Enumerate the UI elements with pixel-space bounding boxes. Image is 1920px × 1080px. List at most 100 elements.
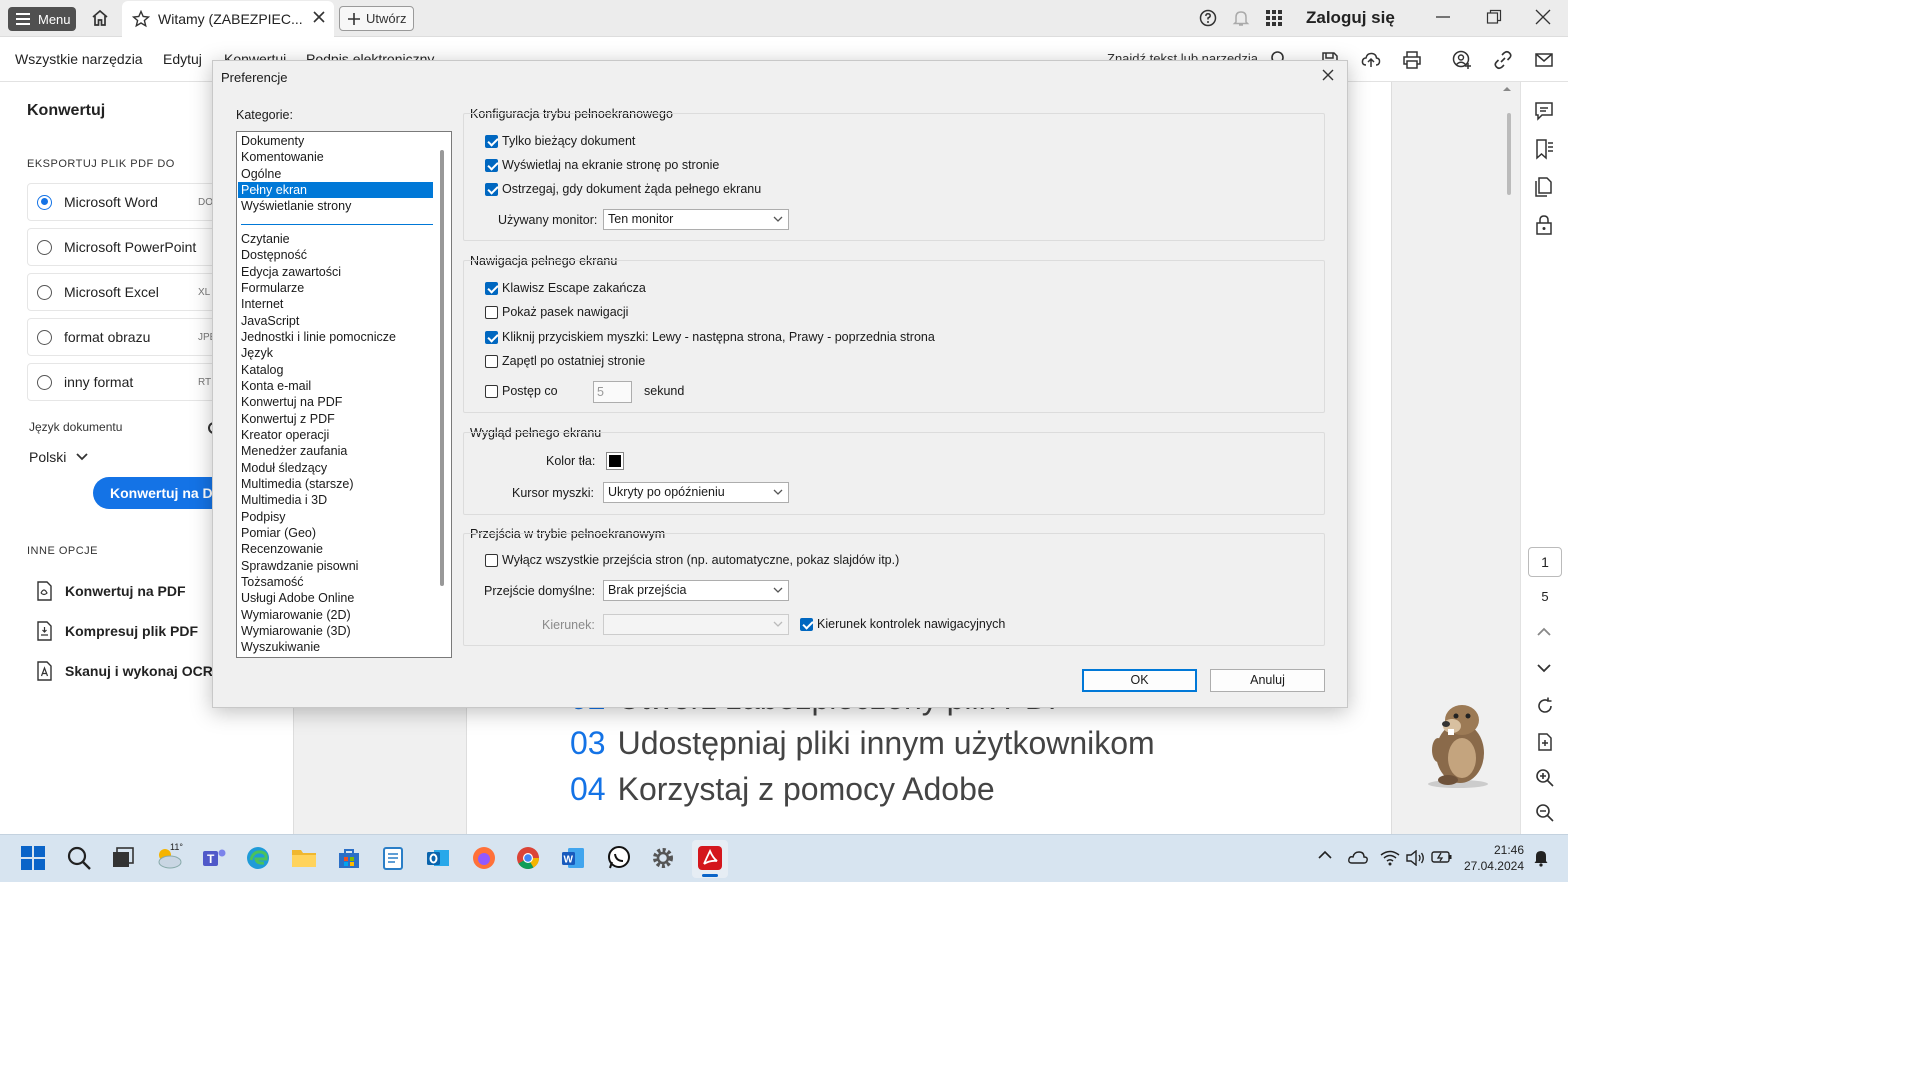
checkbox-checked-icon[interactable] bbox=[485, 330, 498, 344]
pages-icon[interactable] bbox=[1533, 176, 1555, 198]
page-number-input[interactable]: 1 bbox=[1528, 547, 1562, 577]
checkbox-icon[interactable] bbox=[485, 354, 498, 368]
category-item[interactable]: Konwertuj z PDF bbox=[238, 411, 433, 427]
file-explorer-icon[interactable] bbox=[290, 845, 318, 871]
checkbox-checked-icon[interactable] bbox=[485, 281, 498, 295]
format-option-excel[interactable]: Microsoft Excel XL bbox=[27, 273, 227, 311]
alert-fullscreen-checkbox[interactable]: Ostrzegaj, gdy dokument żąda pełnego ekr… bbox=[485, 182, 761, 196]
category-item[interactable]: Konwertuj na PDF bbox=[238, 394, 433, 410]
ignore-transitions-checkbox[interactable]: Wyłącz wszystkie przejścia stron (np. au… bbox=[485, 553, 899, 567]
comment-icon[interactable] bbox=[1533, 100, 1555, 122]
categories-scrollbar[interactable] bbox=[440, 150, 444, 586]
create-button[interactable]: Utwórz bbox=[339, 6, 414, 31]
checkbox-icon[interactable] bbox=[485, 305, 498, 319]
restore-icon[interactable] bbox=[1486, 9, 1502, 25]
rotate-icon[interactable] bbox=[1535, 696, 1555, 716]
upload-cloud-icon[interactable] bbox=[1361, 50, 1381, 70]
category-item[interactable]: Multimedia (starsze) bbox=[238, 476, 433, 492]
minimize-icon[interactable] bbox=[1435, 9, 1451, 25]
close-tab-icon[interactable] bbox=[312, 10, 326, 24]
bg-color-swatch[interactable] bbox=[606, 452, 624, 470]
category-item-selected[interactable]: Pełny ekran bbox=[238, 182, 433, 198]
checkbox-checked-icon[interactable] bbox=[485, 134, 498, 148]
monitor-select[interactable]: Ten monitor bbox=[603, 209, 789, 230]
option-convert-to-pdf[interactable]: Konwertuj na PDF bbox=[35, 581, 186, 601]
radio-icon[interactable] bbox=[37, 329, 52, 345]
bookmark-icon[interactable] bbox=[1533, 138, 1555, 160]
language-dropdown[interactable]: Polski bbox=[29, 449, 88, 465]
category-item[interactable]: Internet bbox=[238, 296, 433, 312]
onedrive-cloud-icon[interactable] bbox=[1348, 850, 1368, 864]
radio-icon[interactable] bbox=[37, 374, 52, 390]
task-view-icon[interactable] bbox=[110, 845, 136, 871]
tab-edit[interactable]: Edytuj bbox=[163, 51, 202, 67]
checkbox-icon[interactable] bbox=[485, 553, 498, 567]
loop-checkbox[interactable]: Zapętl po ostatniej stronie bbox=[485, 354, 645, 368]
default-transition-select[interactable]: Brak przejścia bbox=[603, 580, 789, 601]
single-page-checkbox[interactable]: Wyświetlaj na ekranie stronę po stronie bbox=[485, 158, 719, 172]
zoom-in-icon[interactable] bbox=[1535, 768, 1555, 788]
notification-bell-icon[interactable] bbox=[1533, 849, 1549, 867]
windows-start-icon[interactable] bbox=[20, 845, 46, 871]
lock-icon[interactable] bbox=[1533, 214, 1555, 236]
category-item[interactable]: Recenzowanie bbox=[238, 541, 433, 557]
cancel-button[interactable]: Anuluj bbox=[1210, 669, 1325, 692]
settings-gear-icon[interactable] bbox=[650, 845, 676, 871]
wifi-icon[interactable] bbox=[1380, 850, 1400, 866]
advance-checkbox[interactable]: Postęp co bbox=[485, 384, 558, 398]
category-item[interactable]: Edycja zawartości bbox=[238, 264, 433, 280]
vertical-scrollbar[interactable] bbox=[1507, 113, 1511, 195]
page-fit-icon[interactable] bbox=[1535, 732, 1555, 752]
ok-button[interactable]: OK bbox=[1082, 669, 1197, 692]
link-icon[interactable] bbox=[1493, 50, 1513, 70]
volume-icon[interactable] bbox=[1405, 850, 1425, 866]
category-item[interactable]: Usługi Adobe Online bbox=[238, 590, 433, 606]
tab-all-tools[interactable]: Wszystkie narzędzia bbox=[15, 51, 143, 67]
checkbox-checked-icon[interactable] bbox=[485, 182, 498, 196]
category-item[interactable]: Język bbox=[238, 345, 433, 361]
category-item[interactable]: Kreator operacji bbox=[238, 427, 433, 443]
whatsapp-icon[interactable] bbox=[606, 845, 632, 871]
checkbox-icon[interactable] bbox=[485, 384, 498, 398]
acrobat-taskbar-button[interactable] bbox=[692, 840, 728, 878]
category-item[interactable]: Wyszukiwanie bbox=[238, 639, 433, 655]
zoom-out-icon[interactable] bbox=[1535, 803, 1555, 823]
chrome-icon[interactable] bbox=[515, 845, 541, 871]
close-window-icon[interactable] bbox=[1535, 9, 1551, 25]
category-item[interactable]: Ogólne bbox=[238, 166, 433, 182]
notepad-icon[interactable] bbox=[381, 845, 405, 871]
bell-icon[interactable] bbox=[1232, 9, 1250, 27]
category-item[interactable]: Dokumenty bbox=[238, 133, 433, 149]
outlook-icon[interactable] bbox=[425, 845, 451, 871]
category-item[interactable]: Tożsamość bbox=[238, 574, 433, 590]
category-item[interactable]: Multimedia i 3D bbox=[238, 492, 433, 508]
scroll-up-icon[interactable] bbox=[1502, 86, 1512, 92]
category-item[interactable]: JavaScript bbox=[238, 313, 433, 329]
option-scan-ocr[interactable]: Skanuj i wykonaj OCR bbox=[35, 661, 213, 681]
teams-icon[interactable]: T bbox=[201, 845, 227, 871]
show-nav-bar-checkbox[interactable]: Pokaż pasek nawigacji bbox=[485, 305, 628, 319]
format-option-image[interactable]: format obrazu JPE bbox=[27, 318, 227, 356]
format-option-word[interactable]: Microsoft Word DO bbox=[27, 183, 227, 221]
category-item[interactable]: Menedżer zaufania bbox=[238, 443, 433, 459]
star-icon[interactable] bbox=[132, 10, 150, 28]
category-item[interactable]: Podpisy bbox=[238, 509, 433, 525]
store-icon[interactable] bbox=[336, 845, 362, 871]
battery-icon[interactable] bbox=[1431, 850, 1453, 864]
category-item[interactable]: Dostępność bbox=[238, 247, 433, 263]
category-item[interactable]: Jednostki i linie pomocnicze bbox=[238, 329, 433, 345]
format-option-powerpoint[interactable]: Microsoft PowerPoint bbox=[27, 228, 227, 266]
category-item[interactable]: Moduł śledzący bbox=[238, 460, 433, 476]
word-icon[interactable]: W bbox=[560, 845, 586, 871]
category-item[interactable]: Katalog bbox=[238, 362, 433, 378]
checkbox-checked-icon[interactable] bbox=[800, 617, 813, 631]
format-option-other[interactable]: inny format RT bbox=[27, 363, 227, 401]
category-item[interactable]: Konta e-mail bbox=[238, 378, 433, 394]
chevron-up-icon[interactable] bbox=[1537, 627, 1551, 637]
nav-direction-checkbox[interactable]: Kierunek kontrolek nawigacyjnych bbox=[800, 617, 1005, 631]
chevron-down-icon[interactable] bbox=[1537, 663, 1551, 673]
category-item[interactable]: Wymiarowanie (3D) bbox=[238, 623, 433, 639]
advance-seconds-input[interactable]: 5 bbox=[593, 381, 632, 403]
system-clock[interactable]: 21:46 27.04.2024 bbox=[1460, 842, 1524, 874]
category-item[interactable]: Wyświetlanie strony bbox=[238, 198, 433, 214]
